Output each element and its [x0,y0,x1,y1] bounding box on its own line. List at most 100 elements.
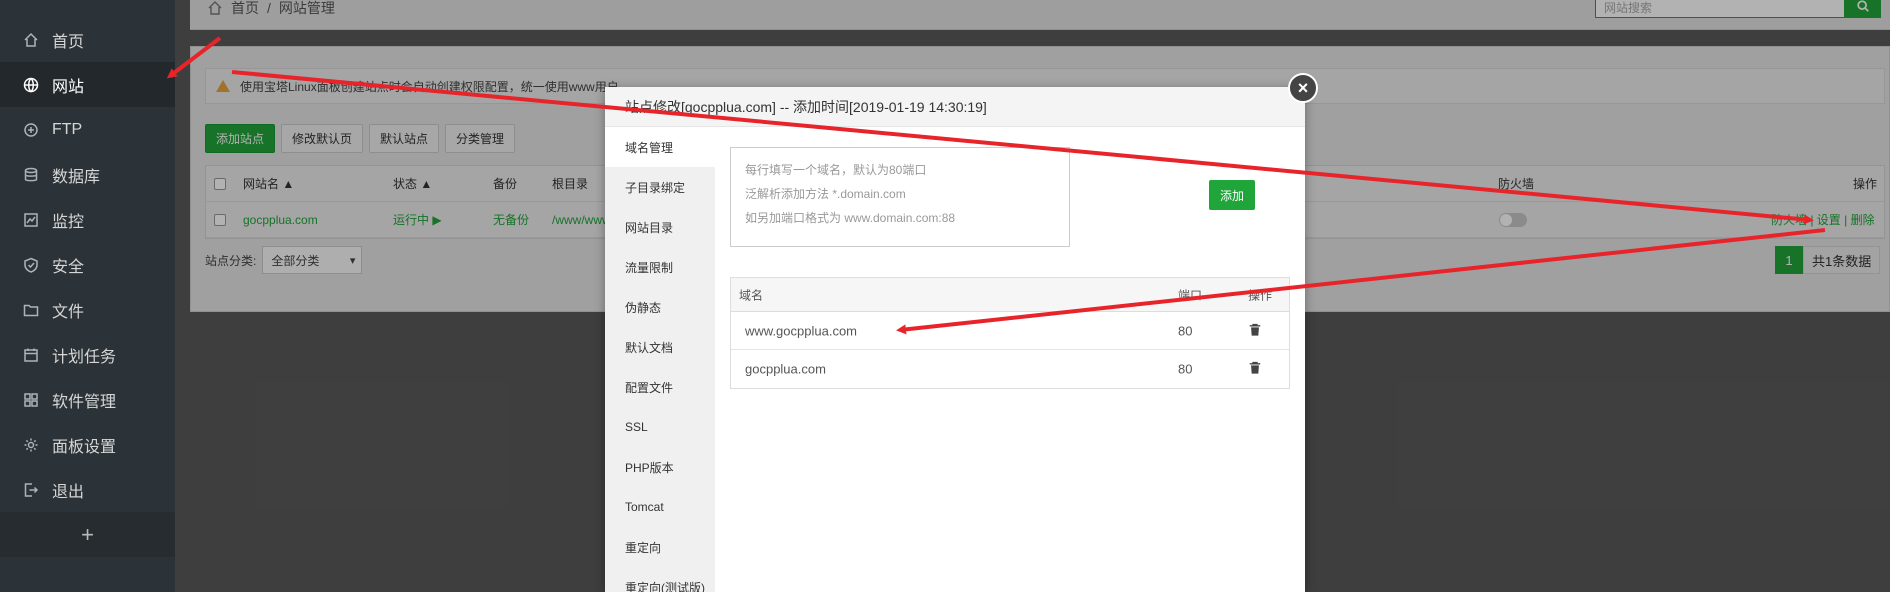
monitor-icon [22,211,40,229]
tab-php[interactable]: PHP版本 [605,447,715,487]
search-button[interactable] [1845,0,1881,18]
home-icon [208,1,222,15]
sidebar-item-label: 网站 [52,78,85,96]
site-actions[interactable]: 防火墙 | 设置 | 删除 [1771,211,1875,228]
toolbar: 添加站点 修改默认页 默认站点 分类管理 [205,124,516,153]
category-select[interactable]: 全部分类 [262,246,363,274]
domain-name: gocpplua.com [745,361,826,377]
folder-icon [22,301,40,319]
search-input[interactable]: 网站搜索 [1595,0,1845,18]
search-icon [1857,0,1869,12]
close-icon[interactable]: × [1288,73,1318,103]
sidebar-item-software[interactable]: 软件管理 [0,377,175,422]
sidebar-add-button[interactable]: + [0,512,175,557]
tab-site-dir[interactable]: 网站目录 [605,207,715,247]
header-name[interactable]: 网站名 ▲ [243,175,294,192]
domain-textarea[interactable]: 每行填写一个域名，默认为80端口 泛解析添加方法 *.domain.com 如另… [730,147,1070,247]
table-row: www.gocpplua.com 80 [731,312,1289,350]
site-backup[interactable]: 无备份 [493,211,529,228]
sidebar-item-settings[interactable]: 面板设置 [0,422,175,467]
sidebar-item-logout[interactable]: 退出 [0,467,175,512]
trash-icon [1249,361,1261,374]
firewall-toggle[interactable] [1499,213,1527,227]
sidebar-item-cron[interactable]: 计划任务 [0,332,175,377]
textarea-hint-line: 每行填写一个域名，默认为80端口 [745,163,927,177]
sidebar-item-label: 退出 [52,483,85,501]
shield-icon [22,256,40,274]
tab-traffic[interactable]: 流量限制 [605,247,715,287]
total-count: 共1条数据 [1803,246,1881,274]
tab-redirect-beta[interactable]: 重定向(测试版) [605,567,715,592]
add-domain-button[interactable]: 添加 [1209,180,1255,210]
breadcrumb-home[interactable]: 首页 [231,0,259,18]
grid-icon [22,391,40,409]
default-site-button[interactable]: 默认站点 [369,124,440,153]
domain-port: 80 [1178,323,1193,338]
sidebar-item-monitor[interactable]: 监控 [0,197,175,242]
header-actions: 操作 [1853,177,1878,191]
domain-table: 域名 端口 操作 www.gocpplua.com 80 gocpplua.co… [730,277,1290,389]
sidebar-item-label: 软件管理 [52,393,117,411]
delete-domain-button[interactable] [1248,361,1262,378]
modal-title: 站点修改[gocpplua.com] -- 添加时间[2019-01-19 14… [605,87,1305,127]
tab-rewrite[interactable]: 伪静态 [605,287,715,327]
row-checkbox[interactable] [214,213,226,226]
sidebar-item-website[interactable]: 网站 [0,62,175,107]
warning-icon [216,80,230,92]
site-name-link[interactable]: gocpplua.com [243,213,318,227]
sidebar-item-label: 安全 [52,258,85,276]
category-filter: 站点分类: 全部分类 [205,246,363,274]
gear-icon [22,436,40,454]
tab-domain[interactable]: 域名管理 [605,127,715,167]
breadcrumb: 首页 / 网站管理 [207,0,335,18]
tab-redirect[interactable]: 重定向 [605,527,715,567]
sidebar-item-database[interactable]: 数据库 [0,152,175,197]
add-site-button[interactable]: 添加站点 [205,124,276,153]
edit-default-page-button[interactable]: 修改默认页 [281,124,364,153]
header-backup: 备份 [493,177,518,191]
header-domain: 域名 [739,288,764,302]
textarea-hint-line: 泛解析添加方法 *.domain.com [745,187,906,201]
delete-domain-button[interactable] [1248,322,1262,339]
table-row: gocpplua.com 80 [731,350,1289,388]
sidebar-item-security[interactable]: 安全 [0,242,175,287]
header-firewall: 防火墙 [1498,177,1535,191]
category-label: 站点分类: [205,253,257,268]
header-status[interactable]: 状态 ▲ [393,175,432,192]
select-all-checkbox[interactable] [214,177,226,190]
category-manage-button[interactable]: 分类管理 [445,124,516,153]
domain-port: 80 [1178,361,1193,377]
tab-tomcat[interactable]: Tomcat [605,487,715,527]
sidebar-item-label: FTP [52,120,83,138]
sidebar-item-label: 文件 [52,303,85,321]
calendar-icon [22,346,40,364]
breadcrumb-separator: / [267,0,271,16]
site-edit-modal: 站点修改[gocpplua.com] -- 添加时间[2019-01-19 14… [605,87,1305,592]
sidebar: 首页 网站 FTP 数据库 监控 安全 文件 计划任务 软件管理 面板设置 退出… [0,0,175,592]
breadcrumb-current: 网站管理 [278,0,335,16]
site-status[interactable]: 运行中 ▶ [393,211,442,228]
trash-icon [1249,323,1261,336]
sidebar-item-label: 监控 [52,213,85,231]
sidebar-item-label: 计划任务 [52,348,117,366]
sidebar-item-label: 数据库 [52,168,101,186]
modal-nav: 域名管理 子目录绑定 网站目录 流量限制 伪静态 默认文档 配置文件 SSL P… [605,127,715,592]
logout-icon [22,481,40,499]
pagination: 1 共1条数据 [1775,246,1881,274]
header-port: 端口 [1178,288,1203,302]
tab-config[interactable]: 配置文件 [605,367,715,407]
tab-ssl[interactable]: SSL [605,407,715,447]
domain-table-header: 域名 端口 操作 [731,278,1289,312]
ftp-icon [22,121,40,139]
sidebar-item-home[interactable]: 首页 [0,17,175,62]
header-action: 操作 [1248,288,1273,302]
page-1-button[interactable]: 1 [1775,246,1803,274]
home-icon [22,31,40,49]
globe-icon [22,76,40,94]
tab-default-doc[interactable]: 默认文档 [605,327,715,367]
tab-subdir[interactable]: 子目录绑定 [605,167,715,207]
header-root: 根目录 [552,177,589,191]
sidebar-item-files[interactable]: 文件 [0,287,175,332]
textarea-hint-line: 如另加端口格式为 www.domain.com:88 [745,211,956,225]
sidebar-item-ftp[interactable]: FTP [0,107,175,152]
